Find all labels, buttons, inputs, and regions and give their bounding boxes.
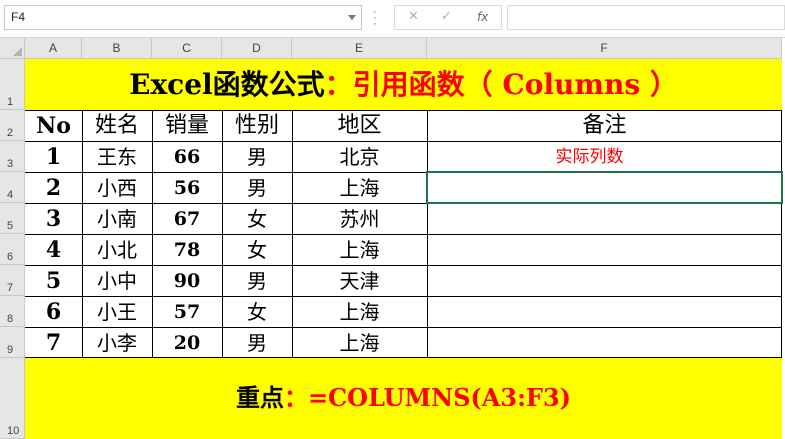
row-number: 3 bbox=[7, 158, 14, 170]
cell-region[interactable]: 北京 bbox=[292, 142, 427, 172]
formula-buttons: ✕ ✓ fx bbox=[394, 5, 502, 30]
cell-gender[interactable]: 女 bbox=[222, 235, 292, 265]
header-name[interactable]: 姓名 bbox=[82, 111, 152, 141]
row-number: 10 bbox=[7, 425, 20, 437]
select-all-icon bbox=[13, 47, 22, 56]
cell-sales[interactable]: 90 bbox=[152, 266, 222, 296]
cell-sales[interactable]: 56 bbox=[152, 173, 222, 203]
cell-sales[interactable]: 78 bbox=[152, 235, 222, 265]
header-gender[interactable]: 性别 bbox=[222, 111, 292, 141]
cell-no[interactable]: 3 bbox=[25, 204, 82, 234]
title-main: Excel函数公式 bbox=[129, 68, 325, 101]
key-point-label: 重点 bbox=[235, 383, 284, 412]
row-header-4[interactable]: 4 bbox=[0, 172, 25, 203]
row-number: 2 bbox=[7, 127, 14, 139]
formula-input[interactable] bbox=[507, 5, 785, 30]
formula-toolbar: F4 · · · ✕ ✓ fx bbox=[0, 0, 785, 38]
name-box[interactable]: F4 bbox=[4, 5, 362, 30]
row-number: 1 bbox=[7, 96, 14, 108]
row-number: 6 bbox=[7, 251, 14, 263]
row-header-6[interactable]: 6 bbox=[0, 234, 25, 265]
cell-name[interactable]: 小北 bbox=[82, 235, 152, 265]
cell-no[interactable]: 5 bbox=[25, 266, 82, 296]
cell-region[interactable]: 苏州 bbox=[292, 204, 427, 234]
key-point-formula: ：=COLUMNS(A3:F3) bbox=[283, 383, 572, 412]
cell-note[interactable] bbox=[427, 297, 782, 327]
row-number: 8 bbox=[7, 313, 14, 325]
cell-name[interactable]: 小王 bbox=[82, 297, 152, 327]
sheet-title[interactable]: Excel函数公式：引用函数（ Columns ） bbox=[26, 61, 781, 110]
cell-selection[interactable] bbox=[426, 171, 783, 204]
select-all-button[interactable] bbox=[0, 38, 25, 59]
column-header-e[interactable]: E bbox=[292, 38, 427, 59]
cell-region[interactable]: 上海 bbox=[292, 235, 427, 265]
cell-no[interactable]: 4 bbox=[25, 235, 82, 265]
cell-gender[interactable]: 女 bbox=[222, 297, 292, 327]
header-no[interactable]: No bbox=[25, 111, 82, 141]
cell-name[interactable]: 小南 bbox=[82, 204, 152, 234]
row-number: 4 bbox=[7, 189, 14, 201]
row-number: 9 bbox=[7, 344, 14, 356]
cell-note[interactable] bbox=[427, 235, 782, 265]
cell-region[interactable]: 上海 bbox=[292, 173, 427, 203]
check-icon[interactable]: ✓ bbox=[441, 9, 452, 24]
column-header-f[interactable]: F bbox=[427, 38, 782, 59]
cell-gender[interactable]: 女 bbox=[222, 204, 292, 234]
row-header-1[interactable]: 1 bbox=[0, 59, 25, 110]
close-icon[interactable]: ✕ bbox=[408, 9, 419, 24]
row-header-9[interactable]: 9 bbox=[0, 327, 25, 358]
cell-no[interactable]: 6 bbox=[25, 297, 82, 327]
cell-region[interactable]: 天津 bbox=[292, 266, 427, 296]
cell-sales[interactable]: 57 bbox=[152, 297, 222, 327]
header-region[interactable]: 地区 bbox=[292, 111, 427, 141]
function-icon[interactable]: fx bbox=[477, 10, 488, 24]
row-header-3[interactable]: 3 bbox=[0, 141, 25, 172]
key-point[interactable]: 重点：=COLUMNS(A3:F3) bbox=[26, 358, 781, 436]
cell-sales[interactable]: 20 bbox=[152, 328, 222, 358]
title-sub: ：引用函数（ Columns ） bbox=[324, 68, 678, 101]
cell-gender[interactable]: 男 bbox=[222, 142, 292, 172]
column-header-c[interactable]: C bbox=[152, 38, 222, 59]
column-header-d[interactable]: D bbox=[222, 38, 292, 59]
chevron-down-icon[interactable] bbox=[348, 15, 356, 20]
cell-sales[interactable]: 67 bbox=[152, 204, 222, 234]
cell-gender[interactable]: 男 bbox=[222, 173, 292, 203]
cell-note[interactable] bbox=[427, 266, 782, 296]
row-number: 7 bbox=[7, 282, 14, 294]
row-header-7[interactable]: 7 bbox=[0, 265, 25, 296]
name-box-value: F4 bbox=[11, 10, 26, 24]
cell-name[interactable]: 小西 bbox=[82, 173, 152, 203]
cell-note[interactable] bbox=[427, 204, 782, 234]
header-sales[interactable]: 销量 bbox=[152, 111, 222, 141]
cell-note[interactable]: 实际列数 bbox=[427, 142, 782, 172]
row-number: 5 bbox=[7, 220, 14, 232]
cell-name[interactable]: 王东 bbox=[82, 142, 152, 172]
cell-no[interactable]: 2 bbox=[25, 173, 82, 203]
row-header-10[interactable]: 10 bbox=[0, 358, 25, 439]
cell-region[interactable]: 上海 bbox=[292, 297, 427, 327]
cell-no[interactable]: 7 bbox=[25, 328, 82, 358]
cell-region[interactable]: 上海 bbox=[292, 328, 427, 358]
cell-name[interactable]: 小李 bbox=[82, 328, 152, 358]
cell-no[interactable]: 1 bbox=[25, 142, 82, 172]
header-note[interactable]: 备注 bbox=[427, 111, 782, 141]
cell-sales[interactable]: 66 bbox=[152, 142, 222, 172]
row-header-5[interactable]: 5 bbox=[0, 203, 25, 234]
row-header-8[interactable]: 8 bbox=[0, 296, 25, 327]
cell-note[interactable] bbox=[427, 328, 782, 358]
cell-gender[interactable]: 男 bbox=[222, 328, 292, 358]
more-vertical-icon[interactable]: · · · bbox=[373, 6, 377, 30]
row-header-2[interactable]: 2 bbox=[0, 110, 25, 141]
column-header-a[interactable]: A bbox=[25, 38, 82, 59]
cell-gender[interactable]: 男 bbox=[222, 266, 292, 296]
column-header-b[interactable]: B bbox=[82, 38, 152, 59]
cell-name[interactable]: 小中 bbox=[82, 266, 152, 296]
